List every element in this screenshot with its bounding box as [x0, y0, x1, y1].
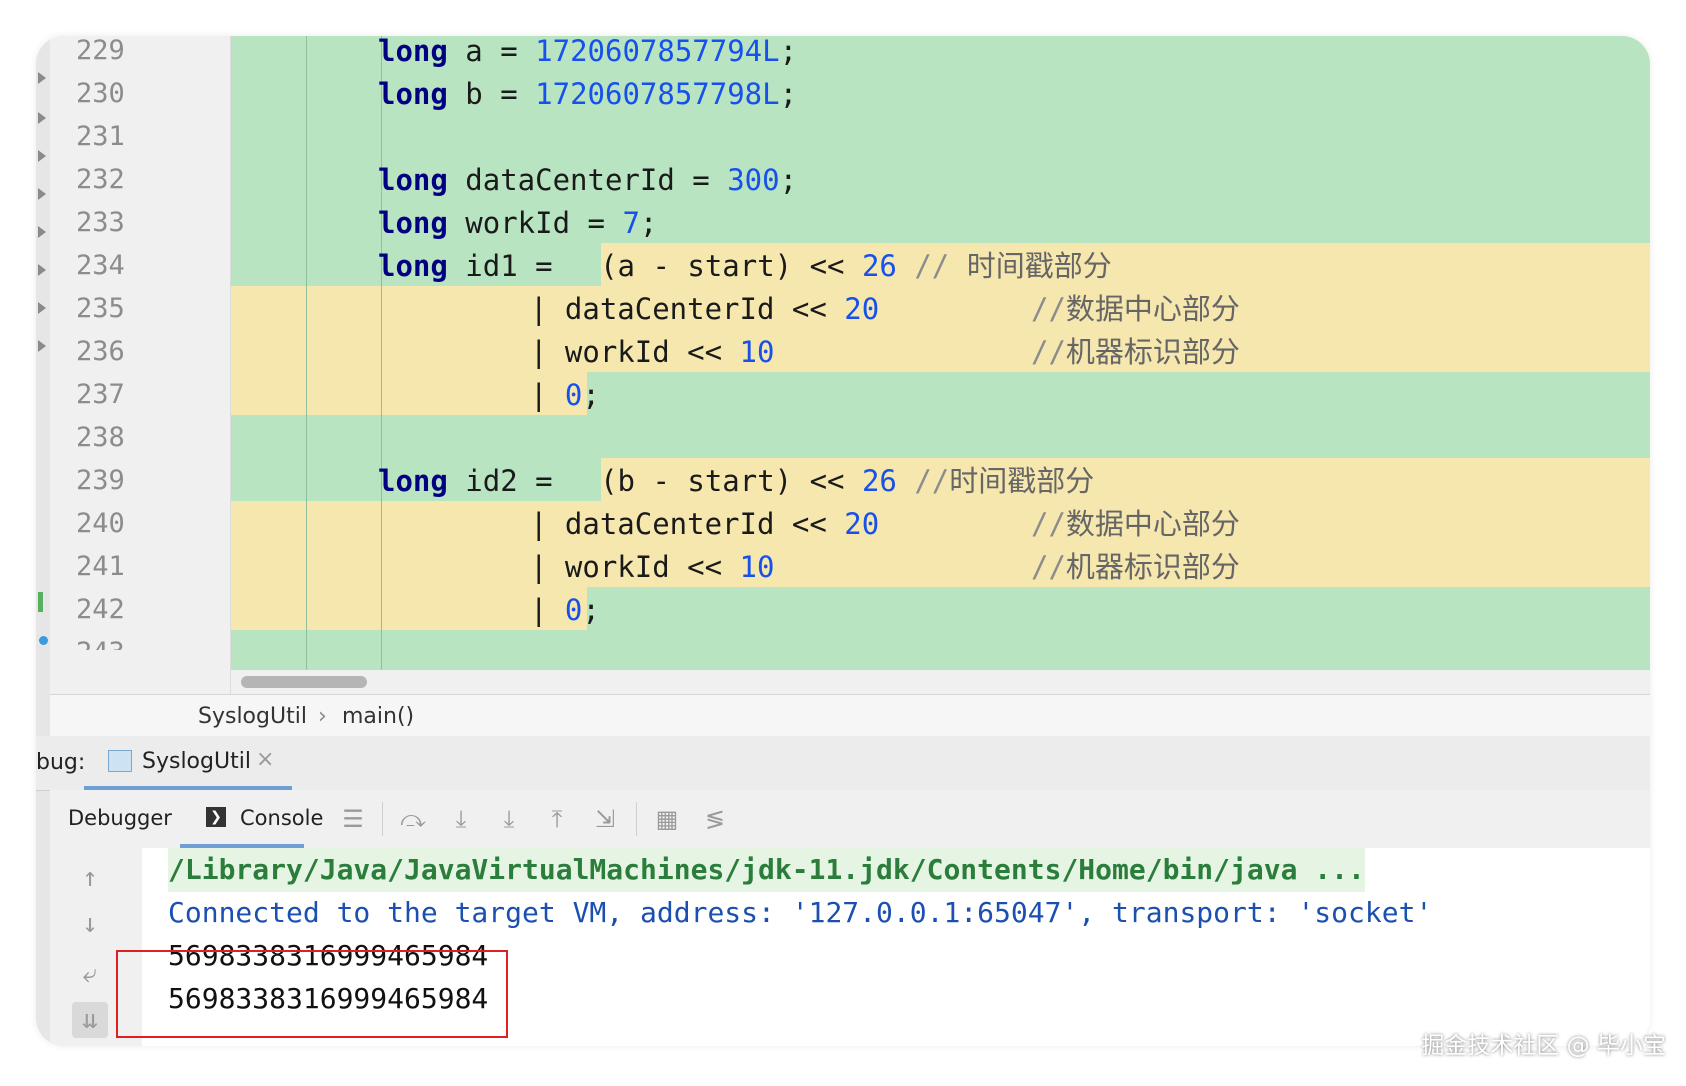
- breadcrumb-class[interactable]: SyslogUtil: [198, 704, 307, 729]
- code-editor[interactable]: long a = 1720607857794L; long b = 172060…: [231, 36, 1650, 670]
- line-number: 238: [76, 422, 125, 453]
- watermark: 掘金技术社区 @ 毕小宝: [1421, 1033, 1666, 1059]
- indent-guide: [306, 36, 307, 670]
- modified-highlight: [231, 286, 1650, 372]
- session-tab[interactable]: SyslogUtil ×: [84, 736, 292, 790]
- line-number: 234: [76, 250, 125, 281]
- session-tab-label: SyslogUtil: [142, 749, 251, 774]
- tab-console[interactable]: ❯ Console: [180, 790, 323, 848]
- scroll-to-end-icon[interactable]: ⇊: [72, 1002, 108, 1038]
- down-arrow-icon[interactable]: ↓: [72, 906, 108, 942]
- console-window-icon: [108, 750, 132, 772]
- change-marker: [38, 592, 43, 612]
- strip-arrow-icon[interactable]: [38, 340, 46, 352]
- debug-label: bug:: [36, 750, 86, 775]
- line-number: 230: [76, 78, 125, 109]
- code-line-236: | workId << 10: [530, 335, 775, 369]
- evaluate-expression-icon[interactable]: ▦: [652, 804, 682, 834]
- strip-arrow-icon[interactable]: [38, 302, 46, 314]
- line-number: 231: [76, 121, 125, 152]
- highlight-box: [116, 950, 508, 1038]
- console-icon: ❯: [206, 807, 226, 827]
- line-number: 229: [76, 36, 125, 66]
- ide-window: 229 230 231 232 233 234 235 236 237 238 …: [36, 36, 1650, 1046]
- indent-guide: [381, 36, 382, 670]
- debug-toolbar: Debugger ❯ Console ☰ ⤼ ⤓ ⤓ ⤒ ⇲ ▦ ≶: [50, 790, 1650, 849]
- code-comment-241: //机器标识部分: [1031, 550, 1240, 584]
- strip-arrow-icon[interactable]: [38, 188, 46, 200]
- code-comment-236: //机器标识部分: [1031, 335, 1240, 369]
- step-over-icon[interactable]: ⤼: [398, 804, 428, 834]
- console-connected-line: Connected to the target VM, address: '12…: [168, 896, 1433, 929]
- soft-wrap-icon[interactable]: ⤶: [72, 956, 108, 992]
- code-line-237: | 0;: [530, 378, 600, 412]
- code-line-242: | 0;: [530, 593, 600, 627]
- line-number-gutter: 229 230 231 232 233 234 235 236 237 238 …: [50, 36, 231, 696]
- code-line-234: long id1 = (a - start) << 26 // 时间戳部分: [378, 249, 1112, 283]
- horizontal-scrollbar[interactable]: [231, 670, 1650, 694]
- left-tool-strip: [36, 36, 51, 1046]
- step-into-icon[interactable]: ⤓: [446, 804, 476, 834]
- breadcrumb-method[interactable]: main(): [342, 704, 414, 729]
- step-out-icon[interactable]: ⤒: [542, 804, 572, 834]
- code-comment-235: //数据中心部分: [1031, 292, 1240, 326]
- code-line-241: | workId << 10: [530, 550, 775, 584]
- force-step-into-icon[interactable]: ⤓: [494, 804, 524, 834]
- code-line-235: | dataCenterId << 20: [530, 292, 880, 326]
- breadcrumb-separator: ›: [318, 704, 327, 729]
- menu-lines-icon[interactable]: ☰: [338, 804, 368, 834]
- strip-arrow-icon[interactable]: [38, 226, 46, 238]
- line-number: 233: [76, 207, 125, 238]
- console-command-line: /Library/Java/JavaVirtualMachines/jdk-11…: [168, 848, 1365, 892]
- strip-arrow-icon[interactable]: [38, 150, 46, 162]
- line-number: 243: [76, 630, 156, 650]
- line-number: 237: [76, 379, 125, 410]
- code-line-240: | dataCenterId << 20: [530, 507, 880, 541]
- code-line-233: long workId = 7;: [378, 206, 658, 240]
- code-line-230: long b = 1720607857798L;: [378, 77, 798, 111]
- tab-debugger[interactable]: Debugger: [68, 806, 172, 830]
- line-number: 239: [76, 465, 125, 496]
- up-arrow-icon[interactable]: ↑: [72, 860, 108, 896]
- trace-icon[interactable]: ≶: [700, 804, 730, 834]
- code-line-239: long id2 = (b - start) << 26 //时间戳部分: [378, 464, 1095, 498]
- strip-arrow-icon[interactable]: [38, 72, 46, 84]
- code-comment-240: //数据中心部分: [1031, 507, 1240, 541]
- line-number: 235: [76, 293, 125, 324]
- close-icon[interactable]: ×: [256, 747, 274, 772]
- modified-highlight: [231, 501, 1650, 587]
- code-line-229: long a = 1720607857794L;: [378, 36, 798, 68]
- line-number: 240: [76, 508, 125, 539]
- line-number: 232: [76, 164, 125, 195]
- tab-console-label: Console: [240, 806, 324, 830]
- line-number: 236: [76, 336, 125, 367]
- strip-arrow-icon[interactable]: [38, 264, 46, 276]
- line-number: 241: [76, 551, 125, 582]
- line-number: 242: [76, 594, 125, 625]
- run-to-cursor-icon[interactable]: ⇲: [590, 804, 620, 834]
- strip-arrow-icon[interactable]: [38, 112, 46, 124]
- scrollbar-thumb[interactable]: [241, 676, 367, 688]
- breakpoint-icon[interactable]: [39, 636, 48, 645]
- breadcrumb: SyslogUtil › main(): [50, 694, 1650, 738]
- debug-tool-header: bug: SyslogUtil ×: [36, 736, 1650, 791]
- code-line-232: long dataCenterId = 300;: [378, 163, 798, 197]
